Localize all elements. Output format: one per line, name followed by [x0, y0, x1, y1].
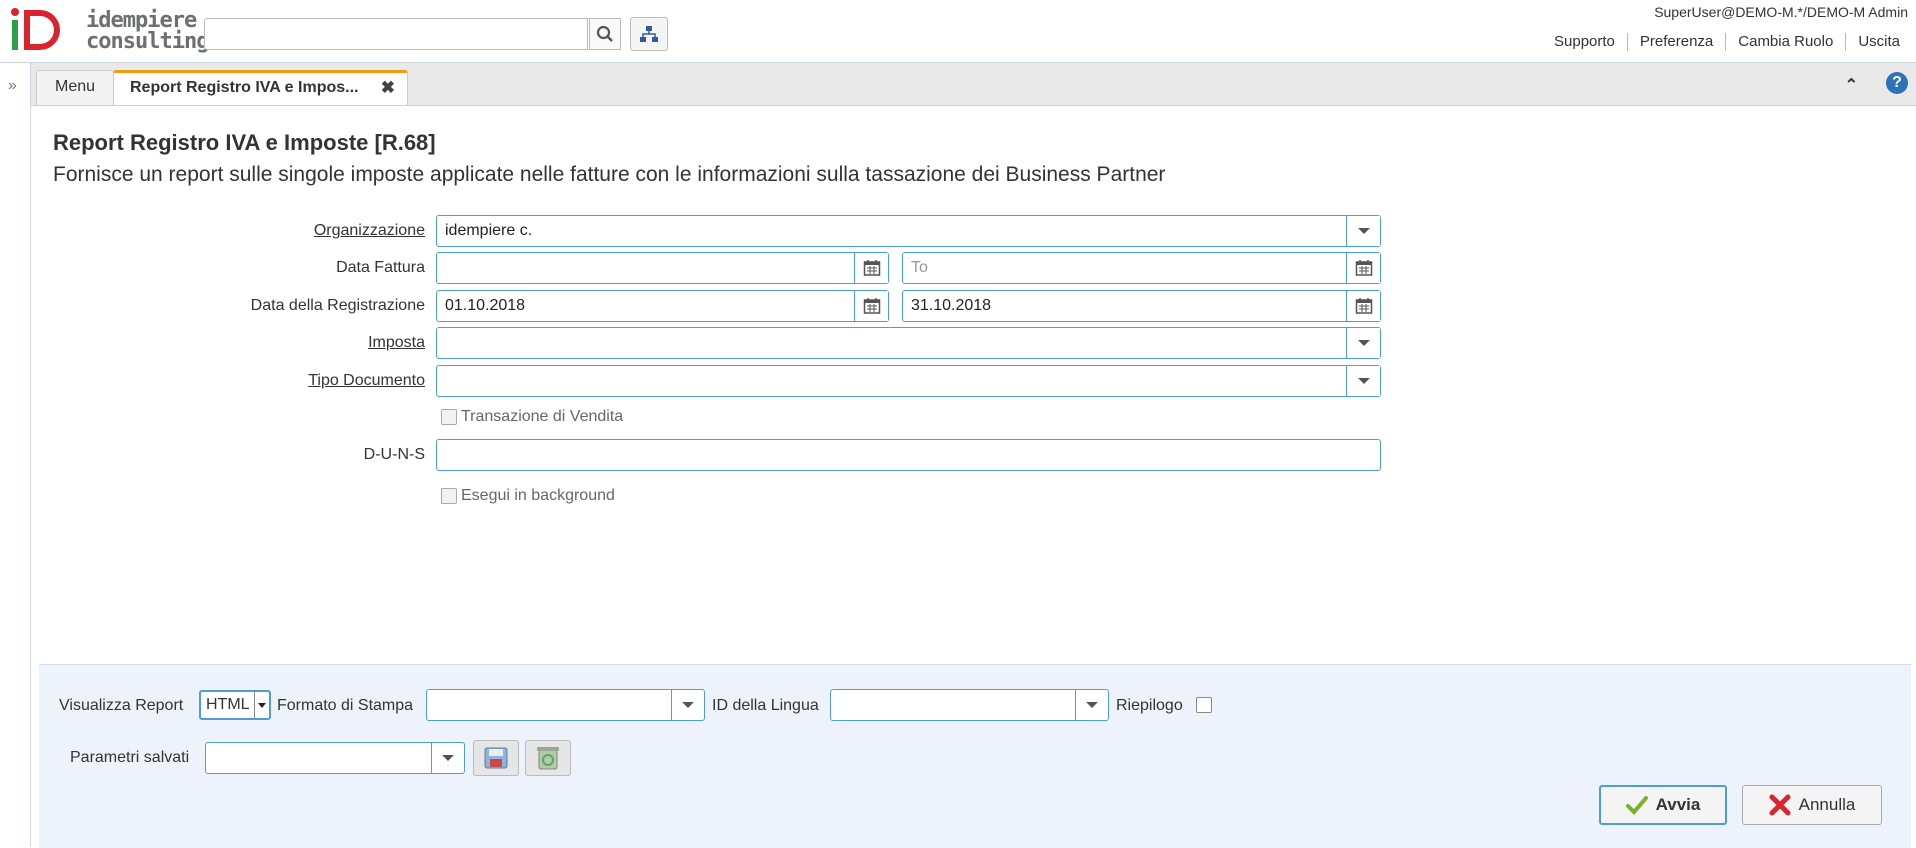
search-icon	[596, 25, 613, 42]
top-links: Supporto Preferenza Cambia Ruolo Uscita	[1542, 33, 1912, 51]
calendar-icon[interactable]	[854, 253, 888, 283]
duns-label: D-U-N-S	[363, 446, 425, 463]
tab-menu[interactable]: Menu	[36, 70, 115, 105]
tab-bar: Menu Report Registro IVA e Impos... ✖ ⌃ …	[31, 63, 1916, 106]
dropdown-caret-icon[interactable]	[1346, 216, 1380, 246]
close-icon[interactable]: ✖	[381, 73, 395, 103]
dropdown-caret-icon[interactable]	[1346, 366, 1380, 396]
data-registrazione-to-value: 31.10.2018	[911, 297, 992, 314]
parametri-salvati-label: Parametri salvati	[70, 749, 190, 766]
organizzazione-label[interactable]: Organizzazione	[314, 222, 425, 240]
data-registrazione-to[interactable]: 31.10.2018	[902, 290, 1381, 322]
tab-report-registro[interactable]: Report Registro IVA e Impos... ✖	[113, 70, 408, 105]
calendar-icon[interactable]	[1346, 291, 1380, 321]
tab-label: Report Registro IVA e Impos...	[130, 79, 359, 96]
dropdown-caret-icon[interactable]	[1346, 328, 1380, 358]
imposta-label[interactable]: Imposta	[368, 334, 425, 352]
formato-stampa-select[interactable]	[426, 689, 705, 721]
tree-icon	[640, 26, 658, 42]
riepilogo-label: Riepilogo	[1116, 697, 1183, 714]
background-label: Esegui in background	[461, 487, 615, 504]
west-panel: »	[0, 63, 31, 847]
link-cambia-ruolo[interactable]: Cambia Ruolo	[1725, 33, 1845, 51]
lingua-label: ID della Lingua	[712, 697, 819, 714]
logo-mark	[11, 8, 60, 50]
recycle-icon	[537, 747, 559, 770]
page-title: Report Registro IVA e Imposte [R.68]	[53, 130, 436, 155]
duns-field[interactable]	[436, 439, 1381, 471]
data-registrazione-from[interactable]: 01.10.2018	[436, 290, 889, 322]
check-icon	[1625, 796, 1648, 815]
calendar-icon[interactable]	[1346, 253, 1380, 283]
transazione-vendita-label: Transazione di Vendita	[461, 408, 624, 425]
data-fattura-to[interactable]: To	[902, 252, 1381, 284]
process-dialog: Report Registro IVA e Imposte [R.68] For…	[31, 106, 1916, 848]
checkbox-box[interactable]	[441, 409, 457, 425]
link-supporto[interactable]: Supporto	[1542, 33, 1627, 51]
organizzazione-value: idempiere c.	[445, 222, 533, 239]
tipo-documento-field[interactable]	[436, 365, 1381, 397]
annulla-label: Annulla	[1798, 795, 1856, 814]
page-description: Fornisce un report sulle singole imposte…	[53, 163, 1166, 186]
expand-west-icon[interactable]: »	[8, 77, 17, 95]
data-fattura-label: Data Fattura	[336, 259, 425, 276]
formato-stampa-label: Formato di Stampa	[277, 697, 414, 714]
visualizza-report-label: Visualizza Report	[59, 697, 184, 714]
annulla-button[interactable]: Annulla	[1742, 785, 1882, 825]
logo: idempiere consulting	[10, 6, 209, 58]
visualizza-report-value: HTML	[206, 696, 250, 713]
save-icon	[484, 747, 508, 769]
delete-parameters-button[interactable]	[525, 740, 571, 776]
lingua-select[interactable]	[830, 689, 1109, 721]
dropdown-caret-icon[interactable]	[671, 690, 704, 720]
collapse-icon[interactable]: ⌃	[1845, 75, 1858, 95]
tipo-documento-label[interactable]: Tipo Documento	[308, 372, 425, 390]
link-uscita[interactable]: Uscita	[1845, 33, 1912, 51]
search-input[interactable]	[204, 18, 588, 50]
save-parameters-button[interactable]	[473, 740, 519, 776]
visualizza-report-select[interactable]: HTML	[199, 690, 271, 720]
link-preferenza[interactable]: Preferenza	[1626, 33, 1725, 51]
user-label: SuperUser@DEMO-M.*/DEMO-M Admin	[1654, 4, 1908, 20]
dropdown-caret-icon[interactable]	[431, 743, 464, 773]
data-registrazione-label: Data della Registrazione	[250, 297, 425, 314]
data-fattura-to-placeholder: To	[911, 259, 928, 276]
calendar-icon[interactable]	[854, 291, 888, 321]
imposta-field[interactable]	[436, 327, 1381, 359]
organizzazione-field[interactable]: idempiere c.	[436, 215, 1381, 247]
riepilogo-checkbox[interactable]	[1196, 697, 1212, 713]
report-options-panel: Visualizza Report HTML Formato di Stampa…	[39, 664, 1911, 848]
menu-tree-button[interactable]	[630, 17, 668, 51]
checkbox-box[interactable]	[441, 488, 457, 504]
dropdown-caret-icon[interactable]	[254, 692, 269, 718]
logo-text: idempiere consulting	[86, 8, 209, 54]
data-registrazione-from-value: 01.10.2018	[445, 297, 526, 314]
help-icon[interactable]: ?	[1886, 72, 1908, 94]
background-checkbox[interactable]: Esegui in background	[441, 487, 615, 505]
parametri-salvati-select[interactable]	[205, 742, 465, 774]
search-button[interactable]	[589, 18, 621, 50]
dropdown-caret-icon[interactable]	[1075, 690, 1108, 720]
data-fattura-from[interactable]	[436, 252, 889, 284]
header: idempiere consulting SuperUser@DEMO-M.*/…	[0, 0, 1916, 63]
avvia-button[interactable]: Avvia	[1599, 785, 1727, 825]
transazione-vendita-checkbox[interactable]: Transazione di Vendita	[441, 408, 623, 426]
avvia-label: Avvia	[1655, 795, 1701, 814]
cancel-icon	[1769, 794, 1791, 816]
